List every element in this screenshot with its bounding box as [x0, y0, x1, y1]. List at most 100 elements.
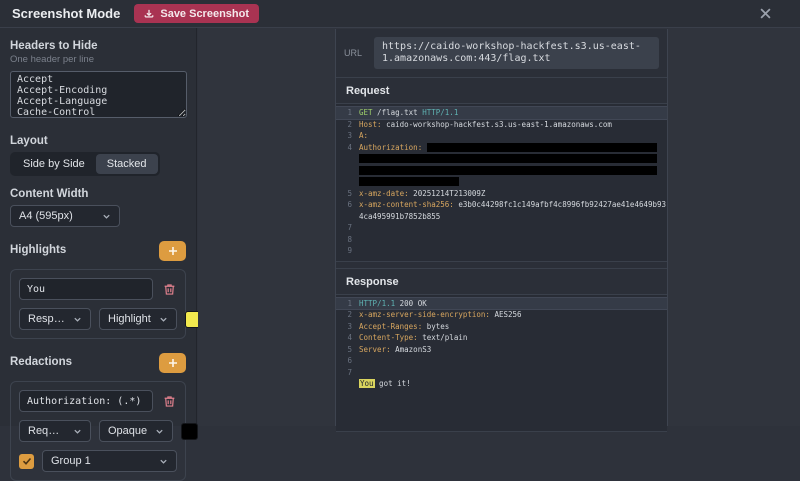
code-line	[336, 153, 667, 165]
group-select[interactable]: Group 1	[42, 450, 177, 472]
settings-sidebar: Headers to Hide One header per line Acce…	[0, 28, 197, 426]
line-number: 4	[340, 143, 352, 152]
layout-toggle: Side by Side Stacked	[10, 152, 160, 176]
content-width-section: Content Width A4 (595px)	[10, 188, 186, 227]
code-line: 8	[336, 234, 667, 246]
group-value: Group 1	[51, 455, 91, 467]
line-number: 8	[340, 235, 352, 244]
highlight-rule-card: Response Highlight	[10, 269, 186, 339]
code-line: 6 x-amz-content-sha256: e3b0c44298fc1c149…	[336, 199, 667, 211]
response-title: Response	[336, 269, 667, 294]
line-number: 2	[340, 310, 352, 319]
line-number: 4	[340, 333, 352, 342]
headers-to-hide-hint: One header per line	[10, 54, 186, 65]
redaction-target-select[interactable]: Request	[19, 420, 91, 442]
code-token: 20251214T213009Z	[409, 189, 486, 198]
content-width-select[interactable]: A4 (595px)	[10, 205, 120, 227]
redaction-style-select[interactable]: Opaque	[99, 420, 173, 442]
code-line: 4Content-Type: text/plain	[336, 332, 667, 344]
line-number: 1	[340, 299, 352, 308]
code-line: 4Authorization:	[336, 142, 667, 154]
content-width-value: A4 (595px)	[19, 210, 73, 222]
screenshot-preview-document: URL https://caido-workshop-hackfest.s3.u…	[335, 29, 668, 426]
code-line: 3Accept-Ranges: bytes	[336, 321, 667, 333]
redaction-pattern-input[interactable]	[19, 390, 153, 412]
code-line: You got it!	[336, 378, 667, 390]
redaction-bar	[359, 166, 657, 175]
content-width-label: Content Width	[10, 188, 186, 200]
code-line	[336, 165, 667, 177]
code-line: 9	[336, 245, 667, 257]
trash-icon[interactable]	[161, 393, 177, 409]
redaction-color-swatch[interactable]	[181, 423, 198, 440]
line-number: 6	[340, 200, 352, 209]
line-number: 6	[340, 356, 352, 365]
chevron-down-icon	[73, 315, 82, 324]
code-line: 4ca495991b7852b855	[336, 211, 667, 223]
chevron-down-icon	[73, 427, 82, 436]
code-line: 2Host: caido-workshop-hackfest.s3.us-eas…	[336, 119, 667, 131]
highlights-header: Highlights	[10, 241, 186, 261]
line-number: 3	[340, 322, 352, 331]
code-line: 7	[336, 222, 667, 234]
url-label: URL	[344, 48, 366, 58]
response-code-block: 1 HTTP/1.1 200 OK 2 x-amz-server-side-encry…	[336, 294, 667, 432]
highlight-style-value: Highlight	[108, 313, 151, 325]
code-line: 5 Server: AmazonS3	[336, 344, 667, 356]
code-token: AmazonS3	[391, 345, 432, 354]
code-token: AES256	[490, 310, 522, 319]
code-line: 7	[336, 367, 667, 379]
redaction-rule-card: Request Opaque Group 1	[10, 381, 186, 481]
highlights-label: Highlights	[10, 244, 66, 256]
code-token: HTTP/1.1	[359, 299, 395, 308]
url-value: https://caido-workshop-hackfest.s3.us-ea…	[382, 41, 650, 65]
line-number: 9	[340, 246, 352, 255]
code-token: e3b0c44298fc1c149afbf4c8996fb92427ae41e4…	[454, 200, 666, 209]
layout-option-stacked[interactable]: Stacked	[96, 154, 158, 174]
code-token: HTTP/1.1	[422, 108, 458, 117]
trash-icon[interactable]	[161, 281, 177, 297]
code-token: x-amz-server-side-encryption:	[359, 310, 490, 319]
line-number: 5	[340, 189, 352, 198]
save-screenshot-label: Save Screenshot	[160, 8, 249, 20]
add-redaction-button[interactable]	[159, 353, 186, 373]
save-screenshot-button[interactable]: Save Screenshot	[134, 4, 259, 23]
line-number: 3	[340, 131, 352, 140]
page-title: Screenshot Mode	[12, 6, 120, 21]
highlight-target-select[interactable]: Response	[19, 308, 91, 330]
code-line: 1GET /flag.txt HTTP/1.1	[336, 107, 667, 119]
code-token: bytes	[422, 322, 449, 331]
code-line: 3 A:	[336, 130, 667, 142]
group-checkbox[interactable]	[19, 454, 34, 469]
add-highlight-button[interactable]	[159, 241, 186, 261]
code-line: 5x-amz-date: 20251214T213009Z	[336, 188, 667, 200]
highlight-style-select[interactable]: Highlight	[99, 308, 177, 330]
layout-option-side-by-side[interactable]: Side by Side	[12, 154, 96, 174]
chevron-down-icon	[159, 315, 168, 324]
redactions-label: Redactions	[10, 356, 72, 368]
highlight-pattern-input[interactable]	[19, 278, 153, 300]
code-token: text/plain	[418, 333, 468, 342]
code-token: Server:	[359, 345, 391, 354]
code-line: 2 x-amz-server-side-encryption: AES256	[336, 309, 667, 321]
code-line: 1 HTTP/1.1 200 OK	[336, 298, 667, 310]
plus-icon	[168, 358, 178, 368]
line-number: 5	[340, 345, 352, 354]
code-token: /flag.txt	[373, 108, 423, 117]
code-token: You	[359, 379, 375, 388]
line-number: 7	[340, 368, 352, 377]
plus-icon	[168, 246, 178, 256]
redaction-style-value: Opaque	[108, 425, 147, 437]
code-token: x-amz-content-sha256:	[359, 200, 454, 209]
close-icon[interactable]	[756, 5, 774, 23]
url-row: URL https://caido-workshop-hackfest.s3.u…	[336, 29, 667, 77]
redactions-header: Redactions	[10, 353, 186, 373]
code-token: A:	[359, 131, 368, 140]
code-token: 200 OK	[395, 299, 427, 308]
download-icon	[144, 9, 154, 19]
line-number: 2	[340, 120, 352, 129]
headers-to-hide-textarea[interactable]: Accept Accept-Encoding Accept-Language C…	[10, 71, 187, 118]
url-field[interactable]: https://caido-workshop-hackfest.s3.us-ea…	[374, 37, 659, 69]
code-token: 4ca495991b7852b855	[359, 212, 440, 221]
headers-to-hide-label: Headers to Hide	[10, 40, 186, 52]
